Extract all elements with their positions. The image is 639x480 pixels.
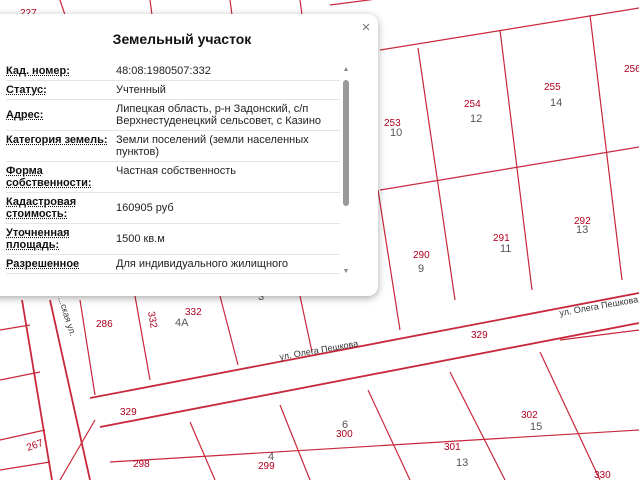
scroll-up-icon[interactable]: ▲ [342,66,350,74]
house-number: 13 [576,224,588,236]
close-icon[interactable]: × [358,20,374,36]
row-value: Для индивидуального жилищного [116,258,289,270]
scroll-down-icon[interactable]: ▼ [342,268,350,276]
info-row: Уточненная площадь: 1500 кв.м [6,224,340,255]
row-value: Учтенный [116,84,166,96]
popup-content[interactable]: Кад. номер: 48:08:1980507:332 Статус: Уч… [6,62,340,280]
row-label: Кад. номер: [6,65,70,77]
plot-number: 329 [471,330,488,341]
info-popup: Земельный участок × Кад. номер: 48:08:19… [0,14,378,296]
info-row: Статус: Учтенный [6,81,340,100]
row-label: Уточненная площадь: [6,227,70,251]
plot-number: 290 [413,250,430,261]
row-label: Форма собственности: [6,165,92,189]
plot-number: 255 [544,82,561,93]
plot-number: 301 [444,442,461,453]
plot-number: 330 [594,470,611,480]
info-row: Разрешенное Для индивидуального жилищног… [6,255,340,274]
row-label: Статус: [6,84,47,96]
plot-number: 286 [96,319,113,330]
info-row: Категория земель: Земли поселений (земли… [6,131,340,162]
popup-title: Земельный участок [112,31,252,47]
row-label: Адрес: [6,109,44,121]
row-label: Кадастровая стоимость: [6,196,77,220]
info-row: Кад. номер: 48:08:1980507:332 [6,62,340,81]
plot-number: 302 [521,410,538,421]
house-number: 9 [418,263,424,275]
plot-number: 256 [624,64,639,75]
row-value: 48:08:1980507:332 [116,65,211,77]
row-value: Липецкая область, р-н Задонский, с/п Вер… [116,103,322,127]
house-number: 12 [470,113,482,125]
info-row: Кадастровая стоимость: 160905 руб [6,193,340,224]
house-number: 4 [268,451,274,463]
scroll-thumb[interactable] [343,80,349,206]
row-value: 160905 руб [116,202,174,214]
plot-number: 298 [133,459,150,470]
row-value: Земли поселений (земли населенных пункто… [116,134,309,158]
plot-number: 254 [464,99,481,110]
row-value: Частная собственность [116,165,237,177]
house-number: 4А [175,317,189,329]
row-value: 1500 кв.м [116,233,165,245]
popup-scrollbar[interactable]: ▲ ▼ [342,66,350,276]
info-row: Адрес: Липецкая область, р-н Задонский, … [6,100,340,131]
info-row: Форма собственности: Частная собственнос… [6,162,340,193]
house-number: 14 [550,97,562,109]
house-number: 13 [456,457,468,469]
row-label: Разрешенное [6,258,80,270]
house-number: 11 [500,243,511,255]
house-number: 15 [530,421,542,433]
row-label: Категория земель: [6,134,108,146]
house-number: 6 [342,419,348,431]
house-number: 10 [390,127,402,139]
plot-number: 329 [120,407,137,418]
